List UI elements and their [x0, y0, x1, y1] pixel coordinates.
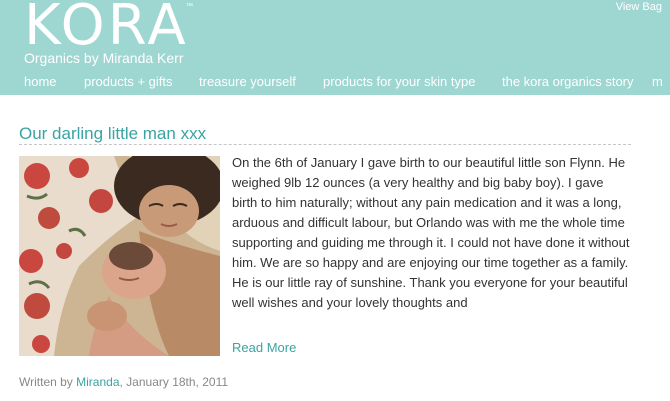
- author-link[interactable]: Miranda: [76, 375, 119, 389]
- nav-item-skin-type[interactable]: products for your skin type: [323, 74, 475, 89]
- read-more-link[interactable]: Read More: [232, 340, 296, 355]
- nav-item-treasure-yourself[interactable]: treasure yourself: [199, 74, 296, 89]
- post-photo[interactable]: [19, 156, 220, 356]
- trademark-symbol: ™: [186, 3, 193, 10]
- nav-item-home[interactable]: home: [24, 74, 57, 89]
- site-header: KORA ™ Organics by Miranda Kerr View Bag…: [0, 0, 670, 95]
- post-body: On the 6th of January I gave birth to ou…: [232, 155, 630, 310]
- mother-baby-photo: [19, 156, 220, 356]
- written-by-label: Written by: [19, 375, 77, 389]
- post-title[interactable]: Our darling little man xxx: [19, 124, 206, 144]
- brand-tagline: Organics by Miranda Kerr: [24, 50, 184, 66]
- post-meta: Written by Miranda, January 18th, 2011: [19, 375, 228, 389]
- title-divider: [19, 144, 631, 145]
- view-bag-link[interactable]: View Bag: [616, 1, 662, 13]
- main-nav: home products + gifts treasure yourself …: [0, 74, 670, 92]
- post-date: , January 18th, 2011: [119, 375, 229, 389]
- nav-item-products-gifts[interactable]: products + gifts: [84, 74, 173, 89]
- nav-item-story[interactable]: the kora organics story: [502, 74, 634, 89]
- nav-item-truncated[interactable]: m: [652, 74, 663, 89]
